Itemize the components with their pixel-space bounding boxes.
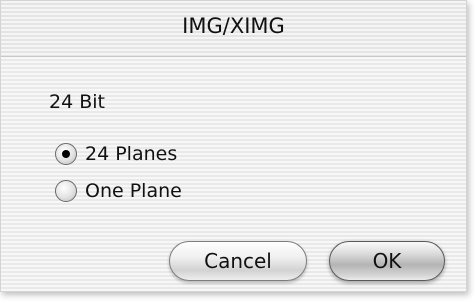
option-24-planes[interactable]: 24 Planes bbox=[55, 140, 177, 168]
radio-button-icon[interactable] bbox=[55, 143, 77, 165]
radio-button-icon[interactable] bbox=[55, 180, 77, 202]
bit-depth-label: 24 Bit bbox=[49, 91, 105, 113]
ok-button[interactable]: OK bbox=[329, 241, 445, 281]
option-label: 24 Planes bbox=[85, 143, 178, 165]
title-bar[interactable]: IMG/XIMG bbox=[1, 1, 466, 57]
cancel-button[interactable]: Cancel bbox=[169, 241, 307, 281]
option-label: One Plane bbox=[85, 180, 182, 202]
option-one-plane[interactable]: One Plane bbox=[55, 177, 182, 205]
radio-selected-dot bbox=[62, 150, 70, 158]
window-title: IMG/XIMG bbox=[182, 14, 285, 38]
dialog-window: IMG/XIMG 24 Bit 24 Planes One Plane Canc… bbox=[0, 0, 467, 292]
